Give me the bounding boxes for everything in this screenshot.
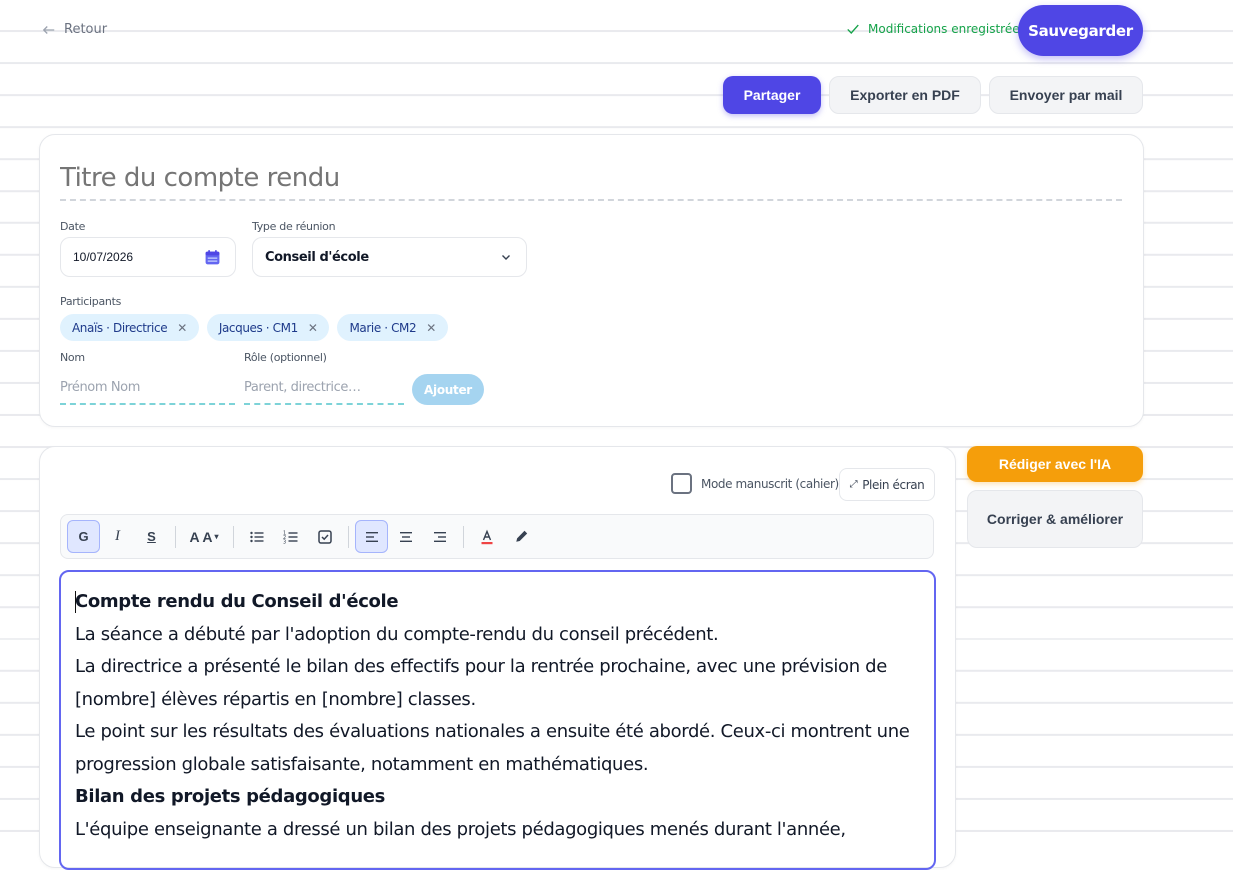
handwriting-mode-label: Mode manuscrit (cahier) (701, 476, 839, 491)
toolbar-divider (348, 525, 349, 548)
italic-button[interactable]: I (101, 520, 134, 553)
export-pdf-button[interactable]: Exporter en PDF (829, 76, 981, 114)
date-label: Date (60, 220, 86, 233)
chevron-down-icon (502, 255, 510, 260)
checkbox-icon (317, 529, 332, 544)
font-size-label: A A (189, 528, 213, 545)
editor-heading-text: Compte rendu du Conseil d'école (75, 591, 399, 612)
numbered-list-button[interactable]: 123 (274, 520, 307, 553)
meeting-type-value: Conseil d'école (265, 249, 369, 265)
strike-label: S (147, 529, 156, 544)
add-participant-button[interactable]: Ajouter (412, 374, 484, 405)
toolbar-divider (463, 525, 464, 548)
participant-chip: Marie · CM2 ✕ (337, 314, 448, 341)
back-link[interactable]: Retour (42, 22, 107, 37)
strikethrough-button[interactable]: S (135, 520, 168, 553)
expand-icon: ⤢ (849, 479, 858, 490)
correct-improve-button[interactable]: Corriger & améliorer (967, 490, 1143, 548)
participant-chip: Anaïs · Directrice ✕ (60, 314, 199, 341)
participants-label: Participants (60, 295, 122, 308)
participants-list: Anaïs · Directrice ✕ Jacques · CM1 ✕ Mar… (60, 314, 448, 341)
editor-paragraph: La directrice a présenté le bilan des ef… (75, 656, 887, 710)
save-button[interactable]: Sauvegarder (1018, 5, 1143, 56)
editor-heading: Compte rendu du Conseil d'école (75, 586, 920, 619)
date-field[interactable]: 10/07/2026 (60, 237, 236, 277)
numbered-list-icon: 123 (283, 530, 297, 545)
role-label: Rôle (optionnel) (244, 351, 327, 364)
align-right-button[interactable] (423, 520, 456, 553)
meeting-info-card: Date 10/07/2026 Type de réunion Conseil … (39, 134, 1144, 427)
rich-text-editor[interactable]: Compte rendu du Conseil d'école La séanc… (59, 570, 936, 870)
pen-icon (515, 530, 527, 542)
font-size-button[interactable]: A A ▾ (182, 520, 226, 553)
participant-chip: Jacques · CM1 ✕ (206, 314, 330, 341)
editor-card: Mode manuscrit (cahier) ⤢ Plein écran G … (39, 446, 956, 870)
back-label: Retour (64, 22, 108, 37)
arrow-left-icon (42, 25, 55, 34)
send-mail-button[interactable]: Envoyer par mail (989, 76, 1143, 114)
text-color-icon (481, 529, 492, 544)
svg-text:3: 3 (283, 539, 286, 545)
date-value: 10/07/2026 (73, 250, 134, 264)
editor-paragraph: L'équipe enseignante a dressé un bilan d… (75, 818, 846, 840)
remove-icon[interactable]: ✕ (177, 321, 187, 335)
save-status: Modifications enregistrées (846, 22, 1026, 36)
participant-name-input[interactable] (60, 371, 235, 405)
editor-paragraph: Le point sur les résultats des évaluatio… (75, 721, 910, 775)
align-center-icon (399, 531, 412, 542)
calendar-icon[interactable] (204, 249, 221, 266)
meeting-type-select[interactable]: Conseil d'école (252, 237, 527, 277)
toolbar-divider (233, 525, 234, 548)
fullscreen-label: Plein écran (862, 477, 925, 492)
checklist-button[interactable] (308, 520, 341, 553)
participant-role-input[interactable] (244, 371, 404, 405)
ai-write-button[interactable]: Rédiger avec l'IA (967, 446, 1143, 482)
save-status-text: Modifications enregistrées (868, 22, 1026, 36)
fullscreen-button[interactable]: ⤢ Plein écran (839, 468, 935, 501)
italic-label: I (115, 528, 120, 544)
align-right-icon (433, 531, 446, 542)
align-left-button[interactable] (355, 520, 388, 553)
editor-paragraph: La séance a débuté par l'adoption du com… (75, 623, 719, 645)
share-button[interactable]: Partager (723, 76, 821, 114)
participant-name: Anaïs · Directrice (72, 320, 168, 335)
handwriting-mode-toggle[interactable]: Mode manuscrit (cahier) (671, 473, 839, 494)
align-center-button[interactable] (389, 520, 422, 553)
align-left-icon (365, 531, 378, 542)
participant-name: Marie · CM2 (349, 320, 417, 335)
text-color-button[interactable] (470, 520, 503, 553)
check-icon (847, 24, 859, 34)
editor-heading: Bilan des projets pédagogiques (75, 786, 386, 807)
bullet-list-button[interactable] (240, 520, 273, 553)
bold-label: G (78, 529, 89, 544)
participant-name: Jacques · CM1 (218, 320, 298, 335)
bullet-list-icon (249, 531, 263, 542)
caret-down-icon: ▾ (214, 532, 219, 541)
toolbar-divider (175, 525, 176, 548)
formatting-toolbar: G I S A A ▾ 123 (60, 514, 934, 559)
title-input[interactable] (60, 157, 1122, 201)
bold-button[interactable]: G (67, 520, 100, 553)
meeting-type-label: Type de réunion (252, 220, 336, 233)
handwriting-checkbox[interactable] (671, 473, 692, 494)
remove-icon[interactable]: ✕ (308, 321, 318, 335)
name-label: Nom (60, 351, 85, 364)
highlight-button[interactable] (504, 520, 537, 553)
remove-icon[interactable]: ✕ (426, 321, 436, 335)
